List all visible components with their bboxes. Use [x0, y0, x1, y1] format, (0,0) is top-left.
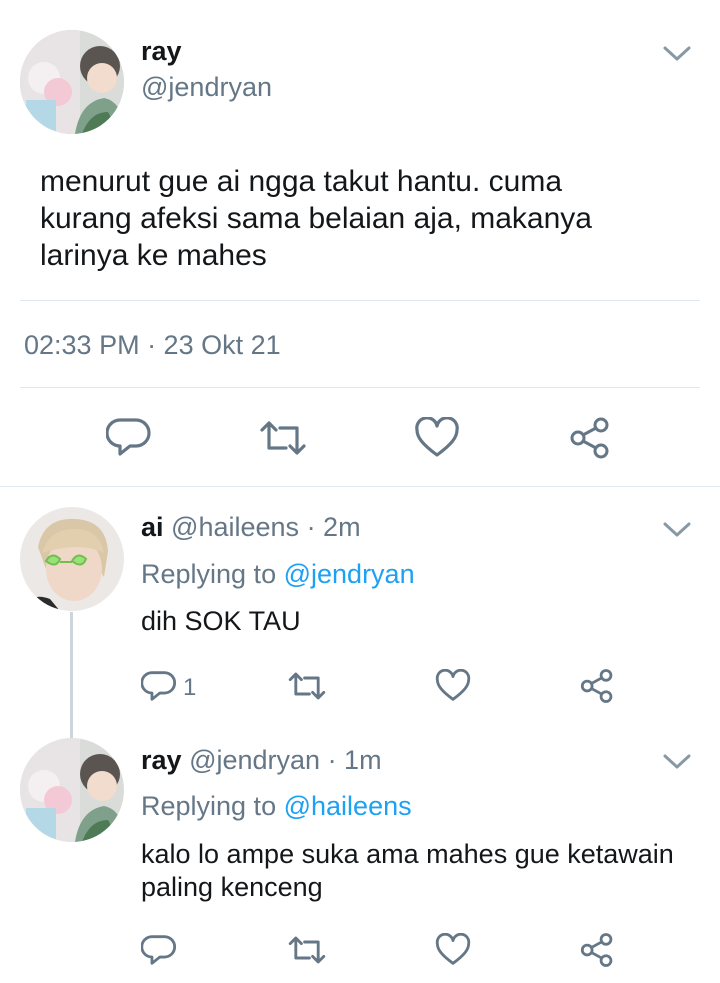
author-handle[interactable]: @haileens — [171, 512, 299, 542]
author-name[interactable]: ray — [141, 745, 182, 775]
chevron-down-icon[interactable] — [662, 520, 692, 540]
retweet-icon[interactable] — [287, 670, 327, 702]
avatar[interactable] — [20, 30, 124, 134]
tweet-text-line: menurut gue ai ngga takut hantu. cuma — [40, 165, 563, 198]
author-handle[interactable]: @jendryan — [141, 72, 272, 103]
replying-to-link[interactable]: @jendryan — [284, 559, 415, 589]
retweet-icon[interactable] — [287, 934, 327, 966]
divider — [20, 387, 700, 388]
avatar-image — [20, 738, 124, 842]
tweet-timestamp: 02:33 PM · 23 Okt 21 — [24, 330, 281, 360]
tweet-text: dih SOK TAU — [141, 605, 301, 638]
tweet-text: kalo lo ampe suka ama mahes gue ketawain… — [141, 838, 711, 904]
share-icon[interactable] — [579, 668, 615, 704]
retweet-icon[interactable] — [258, 418, 308, 458]
reply-header: ai @haileens · 2m — [141, 512, 361, 543]
like-icon[interactable] — [414, 417, 460, 459]
tweet-text-line: kurang afeksi sama belaian aja, makanya — [40, 202, 592, 235]
avatar-image — [20, 30, 124, 134]
avatar[interactable] — [20, 738, 124, 842]
tweet-text-line: larinya ke mahes — [40, 239, 267, 272]
author-handle[interactable]: @jendryan — [189, 745, 320, 775]
author-name[interactable]: ray — [141, 36, 182, 67]
tweet-text-line: kalo lo ampe suka ama mahes gue ketawain — [141, 839, 674, 869]
reply-header: ray @jendryan · 1m — [141, 745, 382, 776]
divider — [20, 300, 700, 301]
share-icon[interactable] — [579, 932, 615, 968]
like-icon[interactable] — [435, 933, 471, 967]
replying-to: Replying to @haileens — [141, 791, 412, 822]
tweet-age: · 1m — [327, 745, 382, 775]
avatar-image — [20, 507, 124, 611]
tweet-text-line: paling kenceng — [141, 872, 323, 902]
share-icon[interactable] — [568, 416, 612, 460]
reply-icon[interactable] — [106, 416, 152, 458]
reply-icon[interactable] — [141, 933, 177, 967]
like-icon[interactable] — [435, 669, 471, 703]
thread-line — [70, 612, 73, 740]
tweet-text: menurut gue ai ngga takut hantu. cuma ku… — [40, 163, 700, 274]
replying-to-link[interactable]: @haileens — [284, 791, 412, 821]
replying-prefix: Replying to — [141, 559, 277, 589]
reply-count: 1 — [183, 674, 197, 701]
chevron-down-icon[interactable] — [662, 44, 692, 64]
tweet-age: · 2m — [306, 512, 361, 542]
reply-icon[interactable] — [141, 669, 177, 703]
author-name[interactable]: ai — [141, 512, 164, 542]
chevron-down-icon[interactable] — [662, 752, 692, 772]
tweet-text-line: dih SOK TAU — [141, 606, 301, 636]
replying-to: Replying to @jendryan — [141, 559, 415, 590]
replying-prefix: Replying to — [141, 791, 277, 821]
section-divider — [0, 486, 720, 487]
avatar[interactable] — [20, 507, 124, 611]
